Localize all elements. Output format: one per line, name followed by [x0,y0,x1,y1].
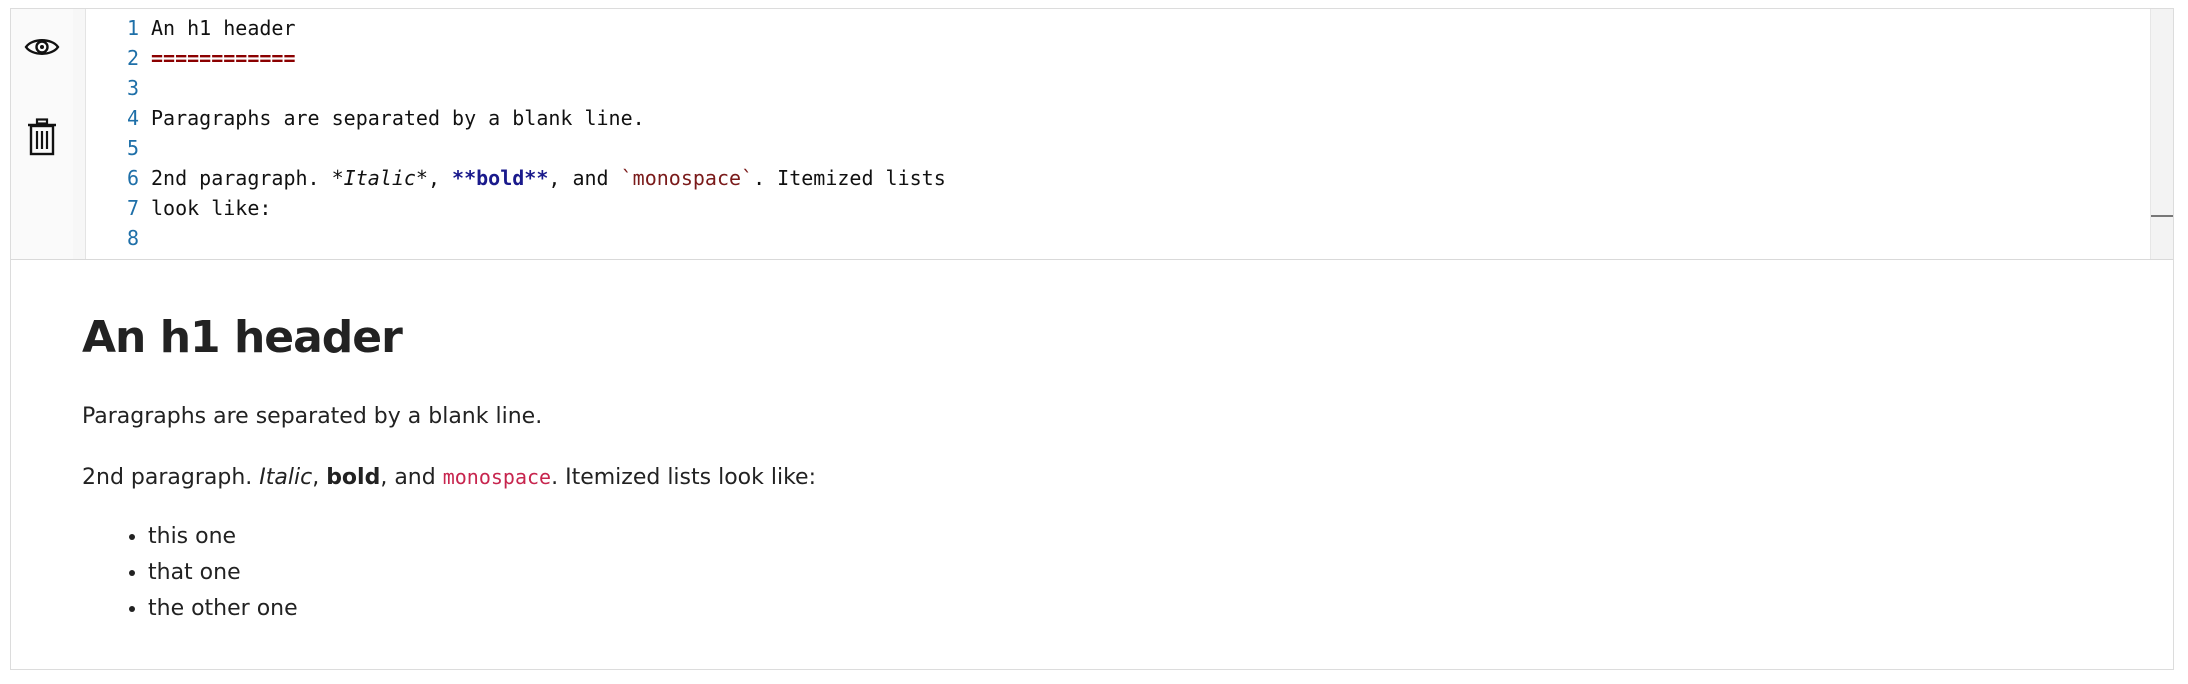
line-number: 6 [126,166,139,190]
token-text: . Itemized lists [753,166,946,190]
token-strong: **bold** [452,166,549,190]
line-number: 3 [126,76,139,100]
line-content: look like: [151,193,2151,223]
editor-line[interactable]: 3 [85,73,2151,103]
token-text: look like: [151,196,272,220]
editor-toolbar [11,9,73,259]
list-item: that one [148,555,2173,591]
line-number: 7 [126,196,139,220]
line-content: Paragraphs are separated by a blank line… [151,103,2151,133]
token-code: `monospace` [620,166,754,190]
token-em: *Italic* [331,166,428,190]
editor-line[interactable]: 5 [85,133,2151,163]
scrollbar-thumb[interactable] [2151,215,2173,217]
markdown-editor-widget: 1 An h1 header 2 ============ 3 4 Paragraphs a… [10,8,2174,670]
p2-start-text: 2nd paragraph. [82,465,260,490]
editor-line[interactable]: 6 2nd paragraph. *Italic*, **bold**, and … [85,163,2151,193]
token-text: Paragraphs are separated by a blank line… [151,106,645,130]
list-item: the other one [148,591,2173,627]
line-number: 2 [126,46,139,70]
editor-line[interactable]: 8 [85,223,2151,253]
token-text: , [427,166,453,190]
list-item: this one [148,519,2173,555]
trash-icon [28,118,56,156]
p2-bold-text: bold [326,465,381,490]
line-content [151,73,2151,103]
editor-line[interactable]: 2 ============ [85,43,2151,73]
editor-line[interactable]: 1 An h1 header [85,13,2151,43]
editor-line[interactable]: 4 Paragraphs are separated by a blank lin… [85,103,2151,133]
line-content [151,223,2151,253]
p2-italic-text: Italic [259,465,313,490]
p2-comma-text: , [312,465,327,490]
line-content: An h1 header [151,13,2151,43]
line-content [151,133,2151,163]
editor-line[interactable]: 7 look like: [85,193,2151,223]
line-number: 1 [126,16,139,40]
line-number: 8 [126,226,139,250]
markdown-preview: An h1 header Paragraphs are separated by… [11,260,2173,670]
preview-title: An h1 header [82,312,403,363]
token-text: An h1 header [151,16,296,40]
editor-text[interactable]: 1 An h1 header 2 ============ 3 4 Paragraphs a… [85,13,2151,259]
line-number: 5 [126,136,139,160]
line-content: 2nd paragraph. *Italic*, **bold**, and `… [151,163,2151,193]
preview-paragraph-2: 2nd paragraph. Italic, bold, and monospa… [82,458,2173,497]
token-text: , and [548,166,621,190]
line-number: 4 [126,106,139,130]
p2-and-text: , and [380,465,443,490]
editor-scrollbar[interactable] [2150,9,2173,259]
p2-code-text: monospace [442,465,552,489]
line-content: ============ [151,43,2151,73]
toggle-preview-button[interactable] [20,25,64,69]
code-editor[interactable]: 1 An h1 header 2 ============ 3 4 Paragraphs a… [73,9,2151,259]
preview-list: this one that one the other one [82,519,2173,627]
token-header: ============ [151,46,296,70]
token-text: 2nd paragraph. [151,166,332,190]
eye-icon [24,39,60,55]
delete-button[interactable] [20,115,64,159]
p2-end-text: . Itemized lists look like: [551,465,816,490]
preview-paragraph-1: Paragraphs are separated by a blank line… [82,404,543,429]
